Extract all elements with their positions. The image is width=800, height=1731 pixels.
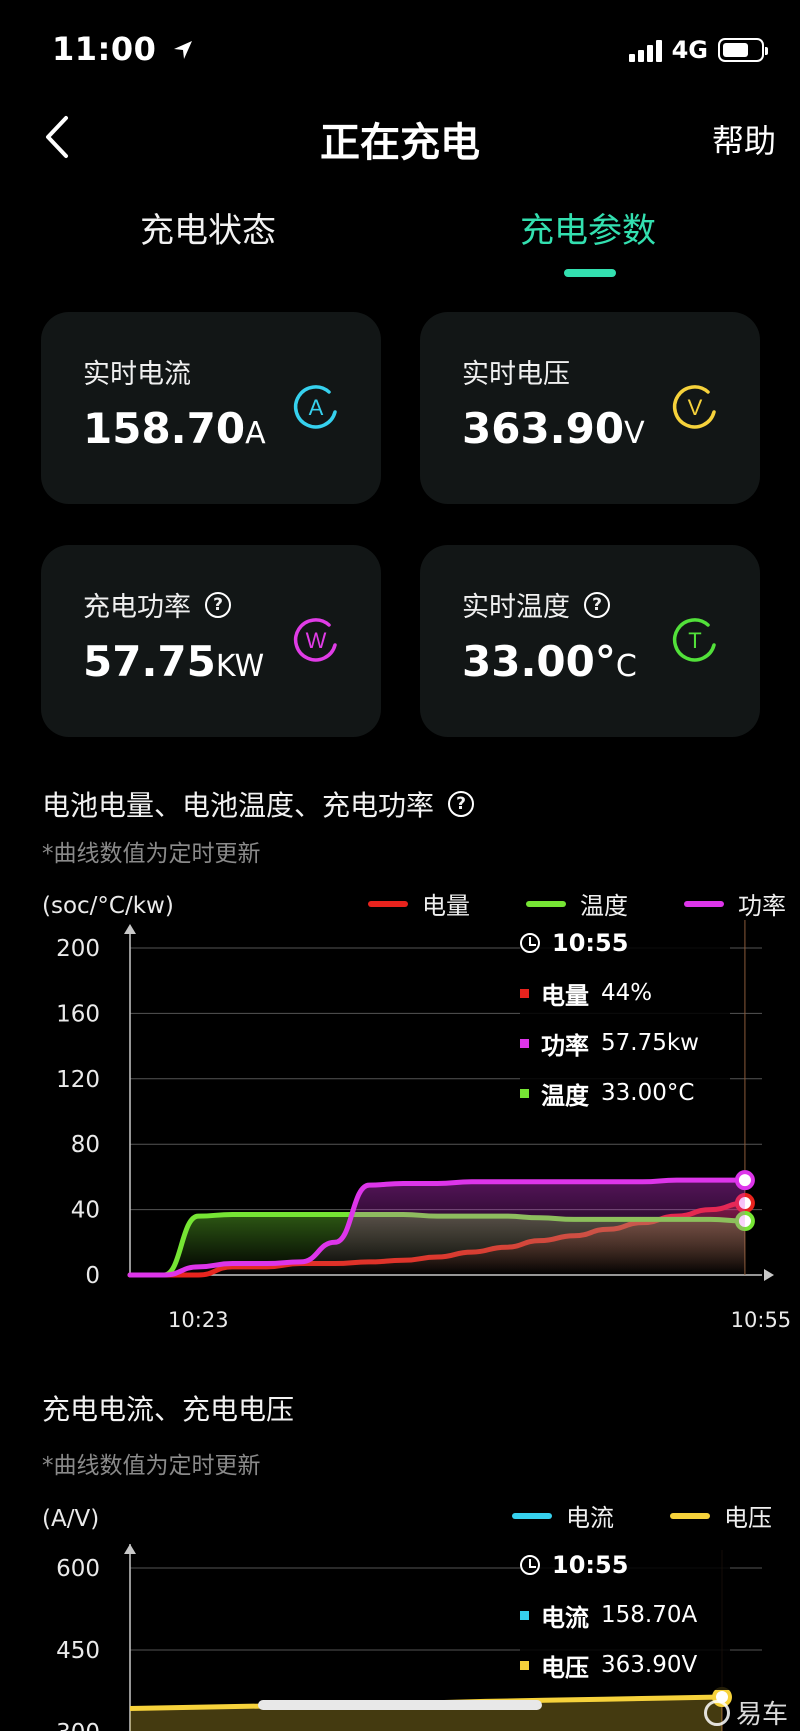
status-indicators: 4G — [628, 36, 768, 64]
tooltip-dot — [520, 1660, 529, 1670]
network-type: 4G — [671, 36, 708, 64]
temperature-help-icon[interactable]: ? — [584, 591, 610, 618]
tooltip-dot — [520, 988, 529, 998]
legend-swatch — [512, 1512, 552, 1519]
chart2-note: *曲线数值为定时更新 — [42, 1453, 261, 1479]
legend-label: 电流 — [566, 1504, 614, 1532]
active-tab-indicator — [564, 269, 616, 277]
x-tick-label: 10:55 — [731, 1308, 792, 1332]
chart2-legend: 电流 电压 — [512, 1498, 772, 1533]
chart1-title: 电池电量、电池温度、充电功率? — [42, 784, 475, 824]
y-tick-label: 300 — [56, 1720, 100, 1731]
y-tick-label: 160 — [56, 1001, 100, 1027]
page-title: 正在充电 — [320, 120, 480, 166]
chart1-tooltip: 10:55 电量 44% 功率 57.75kw 温度 33.00°C — [520, 918, 730, 1118]
tooltip-time: 10:55 — [552, 1551, 629, 1579]
tooltip-value: 363.90V — [601, 1652, 698, 1678]
tooltip-name: 功率 — [541, 1031, 589, 1060]
help-button[interactable]: 帮助 — [712, 116, 776, 162]
clock-icon — [520, 1555, 540, 1575]
y-tick-label: 200 — [56, 936, 100, 962]
y-axis-arrow — [124, 924, 136, 934]
chart2-unit-label: (A/V) — [42, 1506, 100, 1532]
y-axis-arrow — [124, 1544, 136, 1554]
volt-icon: V — [672, 385, 716, 429]
power-value: 57.75KW — [83, 637, 265, 686]
svg-text:T: T — [688, 628, 701, 653]
temperature-value: 33.00°C — [462, 637, 637, 686]
nav-bar: 正在充电 帮助 — [0, 100, 800, 180]
x-tick-label: 10:23 — [168, 1308, 229, 1332]
tab-bar: 充电状态 充电参数 — [0, 195, 800, 285]
temperature-label: 实时温度? — [462, 585, 610, 624]
status-time: 11:00 — [52, 30, 194, 68]
current-card: 实时电流 158.70A A — [41, 312, 381, 504]
svg-text:W: W — [306, 628, 327, 653]
signal-icon — [628, 38, 662, 62]
watermark-logo: 易车 — [703, 1694, 788, 1731]
y-tick-label: 40 — [71, 1198, 100, 1224]
x-axis-arrow — [764, 1269, 774, 1281]
battery-icon — [718, 38, 768, 62]
power-help-icon[interactable]: ? — [205, 591, 231, 618]
current-label: 实时电流 — [83, 359, 191, 390]
legend-label: 电压 — [724, 1504, 772, 1532]
location-arrow-icon — [174, 41, 192, 59]
legend-swatch — [670, 1512, 710, 1519]
y-tick-label: 0 — [85, 1263, 100, 1289]
current-value: 158.70A — [83, 404, 266, 453]
ampere-icon: A — [293, 385, 337, 429]
voltage-card: 实时电压 363.90V V — [420, 312, 760, 504]
chart1-help-icon[interactable]: ? — [448, 791, 475, 817]
tooltip-value: 33.00°C — [601, 1080, 695, 1106]
status-bar: 11:00 4G — [0, 0, 800, 100]
tab-charging-params[interactable]: 充电参数 — [520, 203, 656, 252]
tooltip-dot — [520, 1038, 529, 1048]
watt-icon: W — [293, 618, 337, 662]
svg-text:V: V — [688, 395, 703, 420]
chart2-tooltip: 10:55 电流 158.70A 电压 363.90V — [520, 1540, 730, 1690]
tooltip-value: 158.70A — [601, 1602, 698, 1628]
clock-icon — [520, 933, 540, 953]
thermometer-icon: T — [672, 618, 716, 662]
tooltip-time: 10:55 — [552, 929, 629, 957]
y-tick-label: 450 — [56, 1638, 100, 1664]
tooltip-name: 温度 — [541, 1081, 589, 1110]
temperature-card: 实时温度? 33.00°C T — [420, 545, 760, 737]
tooltip-name: 电量 — [541, 981, 589, 1010]
y-tick-label: 600 — [56, 1556, 100, 1582]
tooltip-name: 电压 — [541, 1653, 589, 1682]
voltage-label: 实时电压 — [462, 359, 570, 390]
tooltip-dot — [520, 1610, 529, 1620]
chart1-note: *曲线数值为定时更新 — [42, 841, 261, 867]
series-endpoint-功率 — [734, 1170, 755, 1191]
y-tick-label: 80 — [71, 1132, 100, 1158]
svg-text:A: A — [309, 395, 324, 420]
tooltip-dot — [520, 1088, 529, 1098]
tooltip-value: 44% — [601, 980, 653, 1006]
power-label: 充电功率? — [83, 585, 231, 624]
tooltip-value: 57.75kw — [601, 1030, 699, 1056]
home-indicator[interactable] — [258, 1700, 542, 1710]
voltage-value: 363.90V — [462, 404, 645, 453]
chart2-title: 充电电流、充电电压 — [42, 1393, 295, 1426]
power-card: 充电功率? 57.75KW W — [41, 545, 381, 737]
y-tick-label: 120 — [56, 1067, 100, 1093]
tab-charging-status[interactable]: 充电状态 — [140, 203, 276, 252]
tooltip-name: 电流 — [541, 1603, 589, 1632]
